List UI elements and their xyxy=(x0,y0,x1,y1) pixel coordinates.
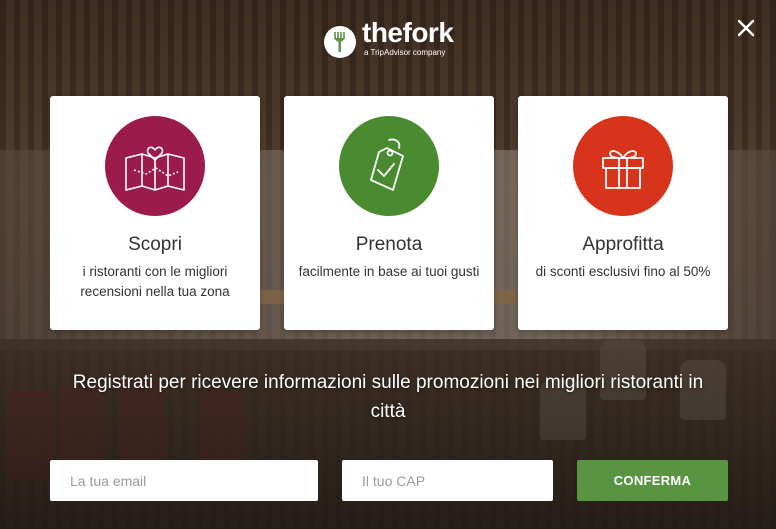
brand-name: thefork xyxy=(362,17,454,48)
feature-description: facilmente in base ai tuoi gusti xyxy=(298,264,480,279)
feature-description: di sconti esclusivi fino al 50% xyxy=(535,264,711,279)
email-input[interactable] xyxy=(50,460,318,501)
cap-input[interactable] xyxy=(342,460,553,501)
brand-tagline: a TripAdvisor company xyxy=(364,48,446,57)
feature-icon-circle xyxy=(105,116,205,216)
feature-card-scopri: Scopri i ristoranti con le migliori rece… xyxy=(50,96,260,330)
feature-title: Scopri xyxy=(128,234,182,255)
feature-description: i ristoranti con le migliori recensioni … xyxy=(80,264,230,299)
feature-card-approfitta: Approfitta di sconti esclusivi fino al 5… xyxy=(518,96,728,330)
map-heart-icon xyxy=(125,146,185,191)
feature-card-prenota: Prenota facilmente in base ai tuoi gusti xyxy=(284,96,494,330)
feature-title: Approfitta xyxy=(582,234,664,255)
fork-icon xyxy=(324,25,356,58)
feature-icon-circle xyxy=(339,116,439,216)
feature-icon-circle xyxy=(573,116,673,216)
brand-logo: thefork a TripAdvisor company xyxy=(324,17,454,58)
signup-headline: Registrati per ricevere informazioni sul… xyxy=(72,372,704,422)
gift-icon xyxy=(602,150,644,189)
confirm-button[interactable]: CONFERMA xyxy=(577,460,728,501)
tag-check-icon xyxy=(370,138,404,191)
close-icon[interactable] xyxy=(734,16,758,40)
feature-title: Prenota xyxy=(355,234,423,255)
